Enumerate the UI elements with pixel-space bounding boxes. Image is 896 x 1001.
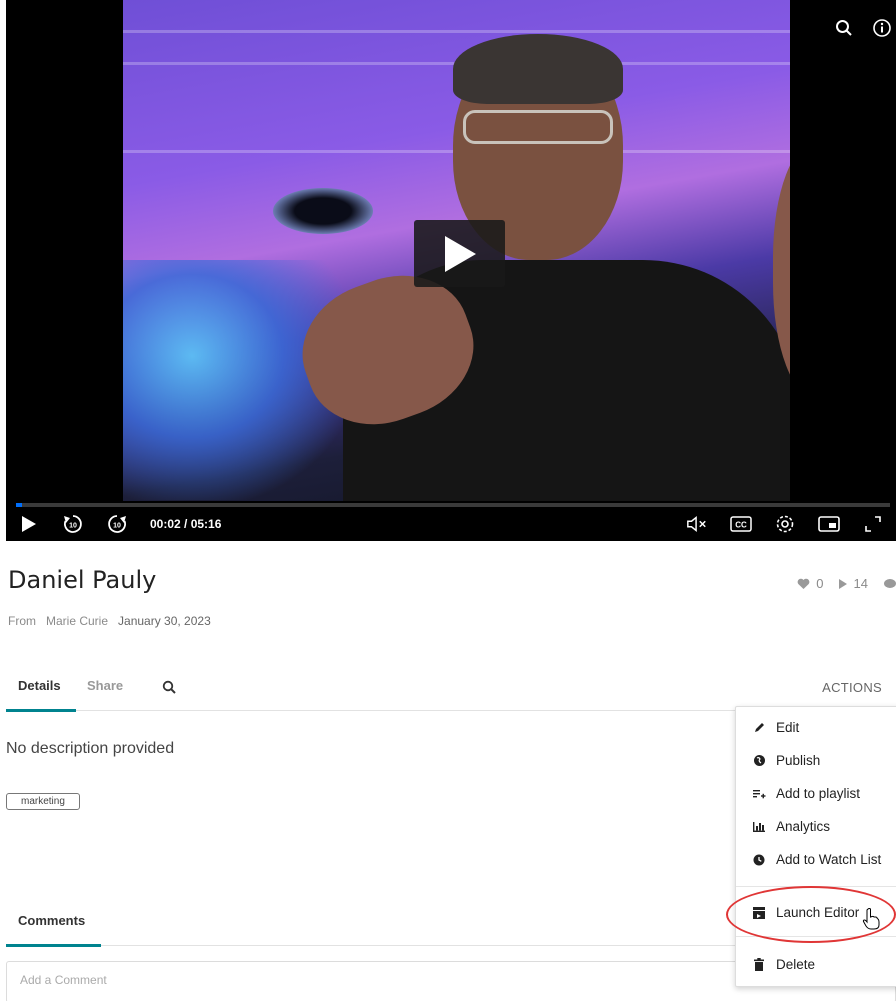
tab-share[interactable]: Share xyxy=(87,678,123,709)
playlist-add-icon xyxy=(752,787,766,801)
forward-10-button[interactable]: 10 xyxy=(106,513,128,535)
actions-menu: Edit Publish Add to playlist Analytics A… xyxy=(735,706,896,987)
mute-button[interactable] xyxy=(686,513,708,535)
menu-item-delete[interactable]: Delete xyxy=(752,957,815,972)
video-speaker xyxy=(284,30,790,501)
player-controls: 10 10 00:02 / 05:16 CC xyxy=(6,507,896,541)
time-display: 00:02 / 05:16 xyxy=(150,517,222,531)
entry-stats: 0 14 xyxy=(797,576,896,591)
comments-stat xyxy=(882,578,896,590)
pip-button[interactable] xyxy=(818,513,840,535)
forward-10-icon: 10 xyxy=(108,515,126,533)
play-icon xyxy=(22,516,36,532)
clock-icon xyxy=(752,853,766,867)
settings-icon xyxy=(776,515,794,533)
play-count-icon xyxy=(838,578,847,589)
info-icon[interactable] xyxy=(868,14,896,42)
svg-text:10: 10 xyxy=(69,523,77,530)
actions-dropdown-toggle[interactable]: ACTIONS xyxy=(822,680,882,695)
tab-details[interactable]: Details xyxy=(6,678,76,712)
plays-stat: 14 xyxy=(838,576,868,591)
pip-icon xyxy=(818,516,840,532)
menu-item-label: Add to playlist xyxy=(776,786,861,801)
menu-item-add-to-playlist[interactable]: Add to playlist xyxy=(752,786,860,801)
analytics-icon xyxy=(752,820,766,834)
search-icon xyxy=(162,680,176,694)
pencil-icon xyxy=(752,721,766,735)
likes-count: 0 xyxy=(816,576,824,591)
mute-icon xyxy=(687,516,706,532)
entry-date: January 30, 2023 xyxy=(118,614,211,628)
play-icon xyxy=(444,235,476,272)
rewind-10-icon: 10 xyxy=(64,515,82,533)
trash-icon xyxy=(752,958,766,972)
captions-button[interactable]: CC xyxy=(730,513,752,535)
menu-item-label: Add to Watch List xyxy=(776,852,882,867)
player-top-icons xyxy=(830,14,896,42)
search-icon[interactable] xyxy=(830,14,858,42)
description: No description provided xyxy=(6,740,175,757)
menu-item-analytics[interactable]: Analytics xyxy=(752,819,830,834)
from-label: From xyxy=(8,614,36,628)
menu-item-label: Edit xyxy=(776,720,800,735)
comment-icon xyxy=(884,578,896,588)
svg-text:10: 10 xyxy=(113,523,121,530)
big-play-button[interactable] xyxy=(414,220,505,287)
likes-stat[interactable]: 0 xyxy=(797,576,824,591)
menu-item-add-to-watch-list[interactable]: Add to Watch List xyxy=(752,852,881,867)
plays-count: 14 xyxy=(853,576,868,591)
menu-item-label: Delete xyxy=(776,957,816,972)
page-title: Daniel Pauly xyxy=(8,566,157,594)
hand-cursor-icon xyxy=(862,908,880,935)
video-player[interactable]: 10 10 00:02 / 05:16 CC xyxy=(6,0,896,541)
entry-meta: From Marie Curie January 30, 2023 xyxy=(8,614,211,628)
menu-item-label: Publish xyxy=(776,753,821,768)
rewind-10-button[interactable]: 10 xyxy=(62,513,84,535)
tag-chip[interactable]: marketing xyxy=(6,793,80,810)
heart-icon xyxy=(797,578,810,589)
tab-comments[interactable]: Comments xyxy=(6,913,101,947)
fullscreen-icon xyxy=(865,516,881,532)
comment-placeholder: Add a Comment xyxy=(20,973,107,987)
menu-item-publish[interactable]: Publish xyxy=(752,753,820,768)
globe-icon xyxy=(752,754,766,768)
actions-label: ACTIONS xyxy=(822,680,882,695)
svg-text:CC: CC xyxy=(735,521,747,530)
owner-link[interactable]: Marie Curie xyxy=(46,614,108,628)
menu-item-label: Analytics xyxy=(776,819,831,834)
play-button[interactable] xyxy=(18,513,40,535)
tab-search[interactable] xyxy=(162,680,176,713)
fullscreen-button[interactable] xyxy=(862,513,884,535)
captions-icon: CC xyxy=(730,516,752,532)
menu-item-edit[interactable]: Edit xyxy=(752,720,799,735)
settings-button[interactable] xyxy=(774,513,796,535)
